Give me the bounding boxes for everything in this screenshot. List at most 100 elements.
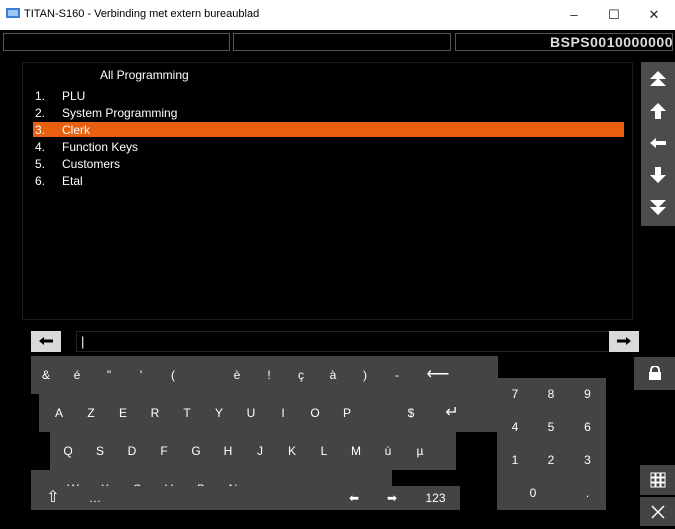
key-micro[interactable]: µ	[404, 432, 436, 470]
scroll-nav	[641, 62, 675, 226]
keypad-3[interactable]: 3	[569, 444, 606, 477]
key-e[interactable]: E	[107, 394, 139, 432]
keypad-7[interactable]: 7	[497, 378, 533, 411]
keypad-5[interactable]: 5	[533, 411, 569, 444]
cursor-right-key[interactable]: ➡	[373, 486, 411, 510]
numeric-keypad: 7 8 9 4 5 6 1 2 3 0 .	[497, 378, 606, 510]
close-window-button[interactable]: ✕	[634, 4, 674, 26]
double-down-arrow-icon	[650, 200, 666, 215]
keypad-6[interactable]: 6	[569, 411, 606, 444]
menu-item-system-programming[interactable]: 2. System Programming	[33, 105, 624, 120]
key-blank[interactable]	[363, 394, 395, 432]
key-r[interactable]: R	[139, 394, 171, 432]
menu-title: All Programming	[100, 68, 189, 82]
key-close-paren[interactable]: )	[349, 356, 381, 394]
page-down-button[interactable]	[641, 192, 675, 222]
numeric-toggle-key[interactable]: 123	[411, 486, 460, 510]
menu-item-label: System Programming	[62, 106, 178, 120]
page-up-button[interactable]	[641, 64, 675, 94]
menu-item-plu[interactable]: 1. PLU	[33, 88, 624, 103]
key-a-grave[interactable]: à	[317, 356, 349, 394]
menu-item-function-keys[interactable]: 4. Function Keys	[33, 139, 624, 154]
keyboard-row-3: Q S D F G H J K L M ù µ	[50, 432, 456, 470]
status-code: BSPS0010000000	[550, 34, 673, 50]
lock-button[interactable]	[634, 357, 675, 390]
input-bar: |	[20, 331, 659, 353]
menu-item-label: Clerk	[62, 123, 91, 137]
key-q[interactable]: Q	[52, 432, 84, 470]
down-arrow-icon	[650, 167, 666, 183]
keypad-8[interactable]: 8	[533, 378, 569, 411]
key-z[interactable]: Z	[75, 394, 107, 432]
cursor-left-key[interactable]: ⬅	[335, 486, 373, 510]
key-dollar[interactable]: $	[395, 394, 427, 432]
keypad-1[interactable]: 1	[497, 444, 533, 477]
maximize-button[interactable]: ☐	[594, 4, 634, 26]
menu-item-clerk[interactable]: 3. Clerk	[33, 122, 624, 137]
status-field-2	[233, 33, 451, 51]
menu-item-number: 3.	[35, 123, 46, 137]
menu-item-label: PLU	[62, 89, 86, 103]
keypad-decimal[interactable]: .	[569, 477, 606, 510]
remote-desktop-icon	[6, 8, 20, 18]
key-o[interactable]: O	[299, 394, 331, 432]
close-button[interactable]	[640, 497, 675, 526]
key-u-grave[interactable]: ù	[372, 432, 404, 470]
key-ampersand[interactable]: &	[31, 356, 61, 394]
shift-key[interactable]: ⇧	[31, 486, 75, 510]
left-button[interactable]	[641, 128, 675, 158]
menu-item-number: 2.	[35, 106, 46, 120]
key-j[interactable]: J	[244, 432, 276, 470]
key-h[interactable]: H	[212, 432, 244, 470]
up-button[interactable]	[641, 96, 675, 126]
key-c-cedilla[interactable]: ç	[285, 356, 317, 394]
key-exclamation[interactable]: !	[253, 356, 285, 394]
command-input[interactable]: |	[76, 331, 622, 352]
key-single-quote[interactable]: '	[125, 356, 157, 394]
key-k[interactable]: K	[276, 432, 308, 470]
keypad-4[interactable]: 4	[497, 411, 533, 444]
key-g[interactable]: G	[180, 432, 212, 470]
key-blank[interactable]	[189, 356, 221, 394]
input-left-button[interactable]	[31, 331, 61, 352]
close-icon	[650, 505, 665, 519]
keypad-9[interactable]: 9	[569, 378, 606, 411]
key-f[interactable]: F	[148, 432, 180, 470]
down-button[interactable]	[641, 160, 675, 190]
window-title: TITAN-S160 - Verbinding met extern burea…	[24, 8, 260, 20]
menu-item-customers[interactable]: 5. Customers	[33, 156, 624, 171]
key-d[interactable]: D	[116, 432, 148, 470]
menu-item-label: Etal	[62, 174, 83, 188]
key-open-paren[interactable]: (	[157, 356, 189, 394]
key-double-quote[interactable]: "	[93, 356, 125, 394]
key-t[interactable]: T	[171, 394, 203, 432]
keypad-0[interactable]: 0	[497, 477, 569, 510]
key-minus[interactable]: -	[381, 356, 413, 394]
key-l[interactable]: L	[308, 432, 340, 470]
key-a[interactable]: A	[43, 394, 75, 432]
menu-item-etal[interactable]: 6. Etal	[33, 173, 624, 188]
double-up-arrow-icon	[650, 71, 666, 86]
keypad-2[interactable]: 2	[533, 444, 569, 477]
enter-key[interactable]: ↵	[427, 394, 477, 432]
space-key[interactable]	[115, 486, 335, 510]
keyboard-row-5: ⇧ … ⬅ ➡ 123	[31, 486, 460, 510]
grid-menu-button[interactable]	[640, 465, 675, 495]
key-e-acute[interactable]: é	[61, 356, 93, 394]
key-e-grave[interactable]: è	[221, 356, 253, 394]
backspace-key[interactable]: ⟵	[413, 356, 463, 394]
minimize-button[interactable]: –	[554, 4, 594, 26]
symbols-key[interactable]: …	[75, 486, 115, 510]
status-field-1	[3, 33, 230, 51]
menu-item-label: Function Keys	[62, 140, 139, 154]
left-arrow-icon	[650, 138, 666, 148]
key-p[interactable]: P	[331, 394, 363, 432]
input-right-button[interactable]	[609, 331, 639, 352]
key-i[interactable]: I	[267, 394, 299, 432]
right-arrow-icon	[617, 337, 631, 345]
keyboard-row-1: & é " ' ( è ! ç à ) - ⟵	[31, 356, 498, 394]
key-s[interactable]: S	[84, 432, 116, 470]
key-u[interactable]: U	[235, 394, 267, 432]
key-m[interactable]: M	[340, 432, 372, 470]
key-y[interactable]: Y	[203, 394, 235, 432]
